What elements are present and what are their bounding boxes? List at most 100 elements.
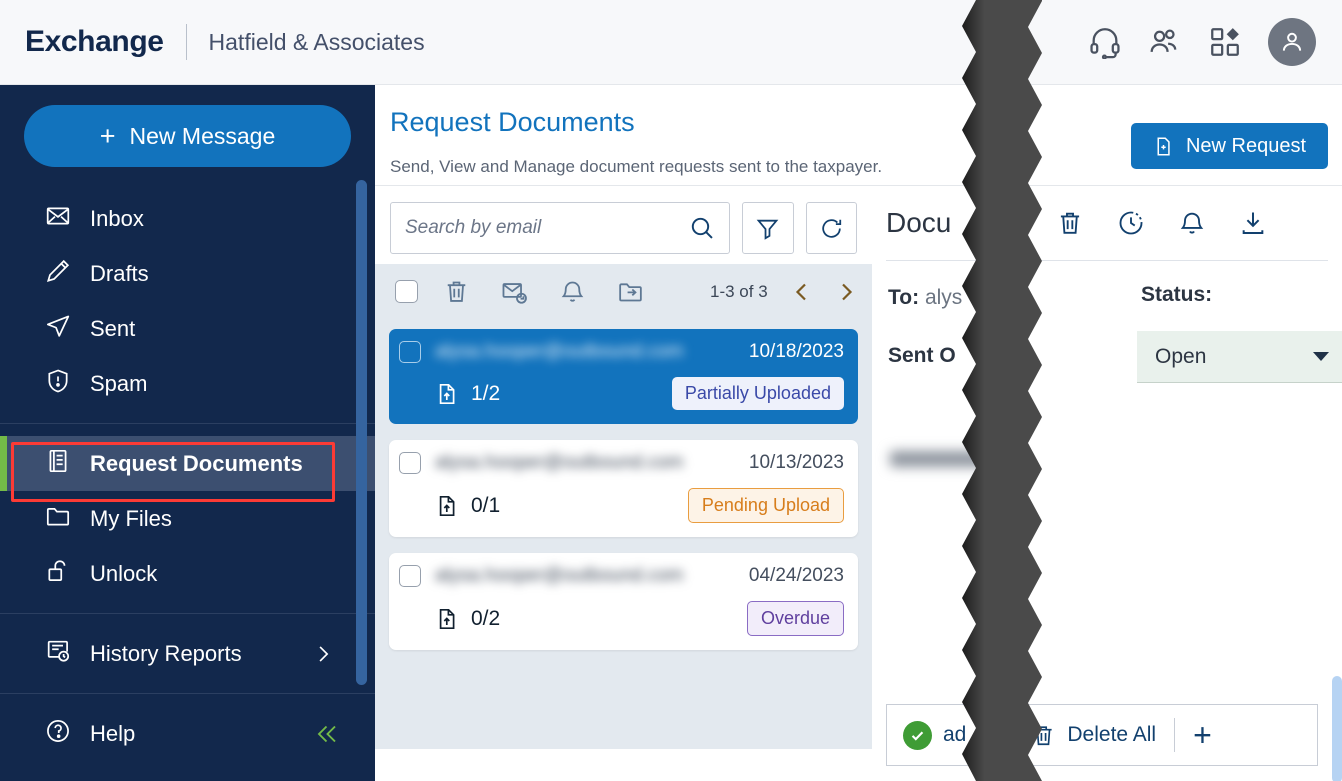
active-accent-bar [0, 436, 7, 491]
request-item-checkbox[interactable] [399, 341, 421, 363]
sidebar-item-label: Request Documents [90, 450, 303, 476]
folder-icon [45, 503, 71, 534]
unlock-icon [45, 558, 71, 589]
request-item-checkbox[interactable] [399, 565, 421, 587]
new-request-label: New Request [1185, 134, 1306, 157]
detail-meta: To: alys Sent O Status: Open [886, 261, 1342, 467]
action-divider [1012, 718, 1014, 752]
request-list-item[interactable]: alysa.hooper@outbound.com 10/13/2023 0/1… [389, 440, 858, 537]
request-item-count: 1/2 [471, 381, 501, 405]
page-subtitle: Send, View and Manage document requests … [390, 157, 883, 176]
sidebar-item-label: Spam [90, 370, 148, 396]
delete-all-label: Delete All [1067, 723, 1157, 746]
new-request-button[interactable]: New Request [1130, 123, 1328, 169]
sidebar-item-label: History Reports [90, 640, 242, 666]
bell-icon[interactable] [1178, 209, 1206, 237]
sidebar-item-sent[interactable]: Sent [0, 301, 375, 356]
trash-icon[interactable] [443, 278, 470, 305]
sidebar-item-help[interactable]: Help [0, 706, 375, 761]
download-all-button[interactable]: ad All [903, 720, 995, 750]
add-document-button[interactable]: + [1193, 719, 1212, 751]
prev-page-icon[interactable] [790, 280, 814, 304]
search-box[interactable] [390, 202, 730, 254]
request-item-footer: 0/1 Pending Upload [399, 488, 844, 523]
request-list-item[interactable]: alysa.hooper@outbound.com 10/18/2023 1/2… [389, 329, 858, 424]
list-toolbar: 1-3 of 3 [375, 264, 872, 319]
new-message-button[interactable]: + New Message [24, 105, 351, 167]
request-item-checkbox[interactable] [399, 452, 421, 474]
select-all-checkbox[interactable] [395, 280, 418, 303]
detail-to-label: To: [888, 286, 920, 309]
question-circle-icon [45, 718, 71, 749]
sidebar-item-label: Drafts [90, 260, 149, 286]
history-report-icon [45, 638, 71, 669]
detail-scrollbar-thumb[interactable] [1332, 676, 1342, 781]
request-item-email: alysa.hooper@outbound.com [435, 452, 684, 473]
page-header: Request Documents Send, View and Manage … [375, 85, 1342, 186]
request-item-count: 0/2 [471, 606, 501, 630]
detail-title: Docu [886, 207, 952, 238]
request-detail-panel: Docu To: alys Sent O Status: Open ad All… [872, 186, 1342, 781]
delete-all-button[interactable]: Delete All [1031, 723, 1156, 748]
document-lines-icon [45, 448, 71, 479]
request-list-column: 1-3 of 3 alysa.hooper@outbound.com 10/18… [375, 186, 872, 781]
sidebar-scrollbar-thumb[interactable] [356, 180, 367, 685]
top-bar-actions [1088, 18, 1342, 66]
move-to-folder-icon[interactable] [617, 278, 644, 305]
brand-divider [185, 24, 187, 60]
people-icon[interactable] [1148, 25, 1182, 59]
download-all-label: ad All [943, 723, 995, 746]
detail-recipient: To: alys [888, 286, 962, 310]
sidebar-item-drafts[interactable]: Drafts [0, 246, 375, 301]
clock-history-icon[interactable] [1117, 209, 1145, 237]
search-icon[interactable] [689, 215, 715, 241]
sidebar-item-history-reports[interactable]: History Reports [0, 626, 375, 681]
sidebar-item-inbox[interactable]: Inbox [0, 191, 375, 246]
next-page-icon[interactable] [834, 280, 858, 304]
refresh-button[interactable] [805, 202, 857, 254]
pagination-count: 1-3 of 3 [710, 281, 768, 301]
download-icon[interactable] [1239, 209, 1267, 237]
pencil-icon [45, 258, 71, 289]
status-badge: Overdue [746, 601, 844, 636]
document-plus-icon [1157, 137, 1170, 155]
apps-grid-icon[interactable] [1208, 25, 1242, 59]
request-list-item[interactable]: alysa.hooper@outbound.com 04/24/2023 0/2… [389, 553, 858, 650]
sidebar: + New Message Inbox Drafts Sent Spam Req… [0, 85, 375, 781]
request-item-date: 10/13/2023 [748, 452, 844, 473]
avatar[interactable] [1268, 18, 1316, 66]
sidebar-divider-2 [0, 613, 375, 614]
headset-icon[interactable] [1088, 25, 1122, 59]
filter-button[interactable] [742, 202, 794, 254]
request-item-date: 10/18/2023 [748, 341, 844, 362]
sidebar-item-request-documents[interactable]: Request Documents [0, 436, 375, 491]
file-upload-icon [439, 383, 455, 404]
chevron-right-icon [319, 645, 329, 662]
bell-icon[interactable] [559, 278, 586, 305]
request-list: alysa.hooper@outbound.com 10/18/2023 1/2… [375, 319, 872, 749]
sidebar-item-label: Sent [90, 315, 136, 341]
chevron-down-icon [1313, 352, 1329, 361]
mark-unread-icon[interactable] [501, 278, 528, 305]
plus-icon: + [99, 120, 116, 151]
trash-icon[interactable] [1056, 209, 1084, 237]
search-row [375, 186, 872, 264]
search-input[interactable] [405, 217, 689, 239]
check-circle-icon [903, 720, 932, 750]
request-item-header: alysa.hooper@outbound.com 10/18/2023 [399, 341, 844, 363]
sidebar-item-spam[interactable]: Spam [0, 356, 375, 411]
collapse-sidebar-icon[interactable] [315, 722, 339, 746]
sidebar-divider-3 [0, 693, 375, 694]
brand-area: Exchange Hatfield & Associates [0, 24, 425, 60]
request-item-footer: 1/2 Partially Uploaded [399, 377, 844, 410]
status-select[interactable]: Open [1137, 331, 1342, 383]
print-icon[interactable] [995, 209, 1023, 237]
sidebar-item-unlock[interactable]: Unlock [0, 546, 375, 601]
document-actions-bar: ad All Delete All + [886, 704, 1318, 766]
app-root: Exchange Hatfield & Associates + New Mes… [0, 0, 1342, 781]
request-item-header: alysa.hooper@outbound.com 10/13/2023 [399, 452, 844, 474]
shield-alert-icon [45, 368, 71, 399]
trash-icon [1035, 725, 1052, 745]
sidebar-nav: Inbox Drafts Sent Spam Request Documents… [0, 191, 375, 761]
sidebar-item-my-files[interactable]: My Files [0, 491, 375, 546]
